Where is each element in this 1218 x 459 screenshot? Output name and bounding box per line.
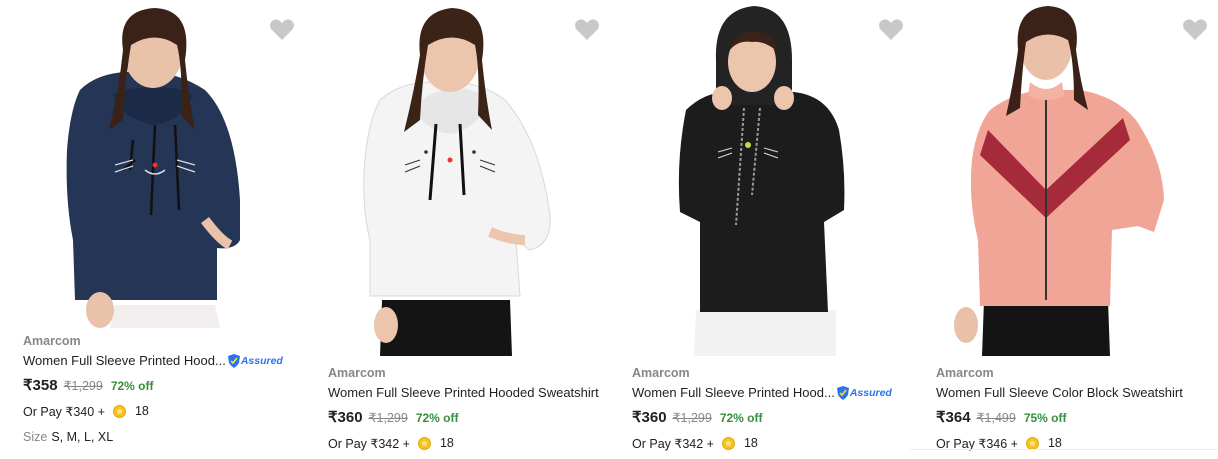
selling-price: ₹360: [632, 409, 667, 426]
coin-count: 18: [439, 436, 454, 450]
or-pay-text: Or Pay ₹342 +: [632, 436, 714, 451]
product-title-text[interactable]: Women Full Sleeve Printed Hood...: [632, 384, 835, 402]
navy-cat-hoodie-photo: [66, 8, 240, 328]
or-pay-row: Or Pay ₹340 + 18: [23, 402, 305, 420]
original-price: ₹1,299: [63, 379, 103, 393]
product-info: Amarcom Women Full Sleeve Color Block Sw…: [936, 365, 1218, 452]
price-row: ₹364 ₹1,499 75% off: [936, 408, 1218, 428]
black-cat-hoodie-photo: [678, 6, 845, 356]
product-image[interactable]: [614, 0, 914, 356]
or-pay-row: Or Pay ₹342 + 18: [632, 434, 914, 452]
wishlist-heart-icon[interactable]: [1182, 18, 1208, 42]
discount-percent: 72% off: [415, 411, 459, 425]
discount-percent: 72% off: [719, 411, 763, 425]
divider: [910, 449, 1218, 450]
brand-name: Amarcom: [328, 366, 386, 380]
product-image[interactable]: [918, 0, 1218, 356]
supercoin-icon: [112, 404, 126, 418]
wishlist-heart-icon[interactable]: [878, 18, 904, 42]
discount-percent: 72% off: [110, 379, 154, 393]
discount-percent: 75% off: [1023, 411, 1067, 425]
wishlist-heart-icon[interactable]: [269, 18, 295, 42]
selling-price: ₹358: [23, 377, 58, 394]
product-card-1[interactable]: Amarcom Women Full Sleeve Printed Hood..…: [5, 0, 305, 459]
original-price: ₹1,299: [672, 411, 712, 425]
product-info: Amarcom Women Full Sleeve Printed Hood..…: [632, 365, 914, 452]
coin-count: 18: [743, 436, 758, 450]
product-card-4[interactable]: Amarcom Women Full Sleeve Color Block Sw…: [918, 0, 1218, 459]
original-price: ₹1,299: [368, 411, 408, 425]
price-row: ₹358 ₹1,299 72% off: [23, 376, 305, 396]
product-title[interactable]: Women Full Sleeve Printed Hood... Assure…: [23, 352, 305, 370]
supercoin-icon: [417, 436, 431, 450]
supercoin-icon: [721, 436, 735, 450]
product-title-text[interactable]: Women Full Sleeve Color Block Sweatshirt: [936, 384, 1183, 402]
product-title[interactable]: Women Full Sleeve Printed Hooded Sweatsh…: [328, 384, 610, 402]
size-row: Size S, M, L, XL: [23, 430, 305, 444]
product-title-text[interactable]: Women Full Sleeve Printed Hood...: [23, 352, 226, 370]
or-pay-text: Or Pay ₹340 +: [23, 404, 105, 419]
wishlist-heart-icon[interactable]: [574, 18, 600, 42]
brand-name: Amarcom: [936, 366, 994, 380]
selling-price: ₹360: [328, 409, 363, 426]
product-image[interactable]: [5, 0, 305, 328]
price-row: ₹360 ₹1,299 72% off: [328, 408, 610, 428]
peach-colorblock-sweatshirt-photo: [954, 6, 1164, 356]
original-price: ₹1,499: [976, 411, 1016, 425]
coin-count: 18: [134, 404, 149, 418]
product-info: Amarcom Women Full Sleeve Printed Hood..…: [23, 333, 305, 444]
assured-label: Assured: [240, 355, 283, 367]
coin-count: 18: [1047, 436, 1062, 450]
assured-label: Assured: [849, 387, 892, 399]
size-label: Size: [23, 430, 48, 444]
assured-badge: Assured: [836, 384, 892, 402]
product-card-2[interactable]: Amarcom Women Full Sleeve Printed Hooded…: [310, 0, 610, 459]
white-cat-hoodie-photo: [363, 8, 551, 356]
or-pay-text: Or Pay ₹342 +: [328, 436, 410, 451]
product-title[interactable]: Women Full Sleeve Printed Hood... Assure…: [632, 384, 914, 402]
supercoin-icon: [1025, 436, 1039, 450]
product-title-text[interactable]: Women Full Sleeve Printed Hooded Sweatsh…: [328, 384, 599, 402]
product-info: Amarcom Women Full Sleeve Printed Hooded…: [328, 365, 610, 452]
price-row: ₹360 ₹1,299 72% off: [632, 408, 914, 428]
assured-shield-icon: [836, 386, 849, 400]
size-values: S, M, L, XL: [51, 430, 114, 444]
brand-name: Amarcom: [632, 366, 690, 380]
selling-price: ₹364: [936, 409, 971, 426]
product-title[interactable]: Women Full Sleeve Color Block Sweatshirt: [936, 384, 1218, 402]
brand-name: Amarcom: [23, 334, 81, 348]
assured-badge: Assured: [227, 352, 283, 370]
or-pay-row: Or Pay ₹342 + 18: [328, 434, 610, 452]
assured-shield-icon: [227, 354, 240, 368]
product-card-3[interactable]: Amarcom Women Full Sleeve Printed Hood..…: [614, 0, 914, 459]
product-image[interactable]: [310, 0, 610, 356]
